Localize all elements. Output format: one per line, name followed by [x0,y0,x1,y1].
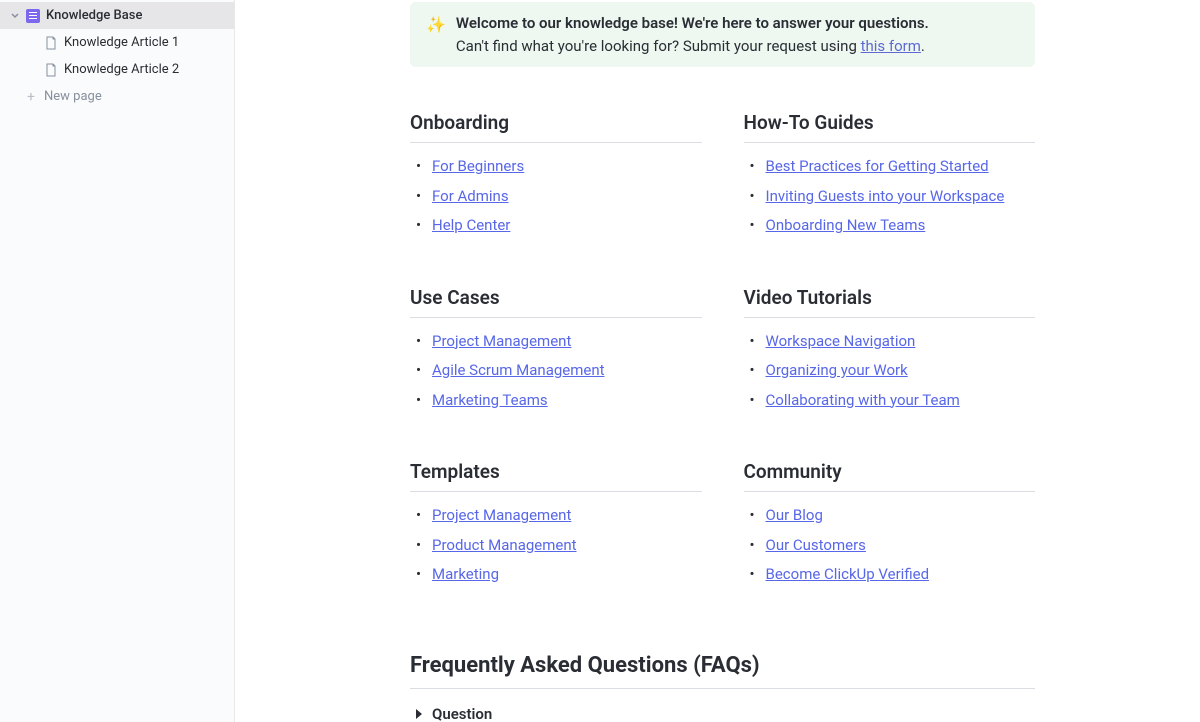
sidebar-item-article-2[interactable]: Knowledge Article 2 [0,56,234,83]
sections-grid: Onboarding For Beginners For Admins Help… [410,111,1035,593]
faq-question: Question [432,705,492,722]
list-item: Onboarding New Teams [744,214,1036,237]
link-agile-scrum[interactable]: Agile Scrum Management [432,361,605,379]
chevron-down-icon[interactable] [10,11,20,21]
callout-line2-part1: Can't find what you're looking for? Subm… [456,37,861,55]
link-collaborating[interactable]: Collaborating with your Team [766,391,960,409]
link-best-practices[interactable]: Best Practices for Getting Started [766,157,989,175]
link-marketing-teams[interactable]: Marketing Teams [432,391,548,409]
sidebar-item-article-1[interactable]: Knowledge Article 1 [0,29,234,56]
list-item: Our Blog [744,504,1036,527]
list-item: Marketing Teams [410,389,702,412]
list-item: Become ClickUp Verified [744,563,1036,586]
list-item: Organizing your Work [744,359,1036,382]
link-tpl-project-management[interactable]: Project Management [432,506,571,524]
callout-line2-part2: . [921,37,925,55]
section-use-cases: Use Cases Project Management Agile Scrum… [410,286,702,419]
section-how-to-guides: How-To Guides Best Practices for Getting… [744,111,1036,244]
sidebar-item-label: Knowledge Base [46,8,142,23]
section-community: Community Our Blog Our Customers Become … [744,460,1036,593]
sidebar-item-knowledge-base[interactable]: Knowledge Base [0,2,234,29]
link-onboarding-teams[interactable]: Onboarding New Teams [766,216,926,234]
list-item: Help Center [410,214,702,237]
list-item: For Beginners [410,155,702,178]
list-item: Collaborating with your Team [744,389,1036,412]
section-title: Onboarding [410,111,702,143]
list-item: Agile Scrum Management [410,359,702,382]
link-list: Project Management Product Management Ma… [410,504,702,586]
list-item: Marketing [410,563,702,586]
link-organizing-work[interactable]: Organizing your Work [766,361,908,379]
list-item: Product Management [410,534,702,557]
section-templates: Templates Project Management Product Man… [410,460,702,593]
link-list: Project Management Agile Scrum Managemen… [410,330,702,412]
list-item: Our Customers [744,534,1036,557]
plus-icon: + [24,90,38,104]
link-project-management[interactable]: Project Management [432,332,571,350]
sidebar-item-label: Knowledge Article 2 [64,62,179,77]
sidebar-item-label: Knowledge Article 1 [64,35,179,50]
link-for-admins[interactable]: For Admins [432,187,509,205]
link-for-beginners[interactable]: For Beginners [432,157,524,175]
list-item: Project Management [410,330,702,353]
link-list: Our Blog Our Customers Become ClickUp Ve… [744,504,1036,586]
welcome-callout: ✨ Welcome to our knowledge base! We're h… [410,2,1035,67]
sidebar-item-label: New page [44,89,102,104]
link-our-customers[interactable]: Our Customers [766,536,866,554]
list-item: Inviting Guests into your Workspace [744,185,1036,208]
list-item: For Admins [410,185,702,208]
document-icon [44,36,58,50]
faq-section: Frequently Asked Questions (FAQs) Questi… [410,653,1035,722]
section-title: Use Cases [410,286,702,318]
link-our-blog[interactable]: Our Blog [766,506,823,524]
link-help-center[interactable]: Help Center [432,216,510,234]
sparkles-icon: ✨ [426,13,446,57]
section-title: Templates [410,460,702,492]
knowledge-base-icon [26,9,40,23]
list-item: Project Management [410,504,702,527]
link-tpl-marketing[interactable]: Marketing [432,565,499,583]
section-onboarding: Onboarding For Beginners For Admins Help… [410,111,702,244]
faq-item[interactable]: Question [410,701,1035,722]
link-list: Workspace Navigation Organizing your Wor… [744,330,1036,412]
callout-bold: Welcome to our knowledge base! We're her… [456,14,929,32]
section-title: Video Tutorials [744,286,1036,318]
list-item: Workspace Navigation [744,330,1036,353]
link-list: Best Practices for Getting Started Invit… [744,155,1036,237]
faq-title: Frequently Asked Questions (FAQs) [410,653,1035,689]
callout-form-link[interactable]: this form [861,37,921,55]
link-tpl-product-management[interactable]: Product Management [432,536,577,554]
chevron-right-icon [416,709,422,719]
link-inviting-guests[interactable]: Inviting Guests into your Workspace [766,187,1005,205]
section-title: Community [744,460,1036,492]
main-content: ✨ Welcome to our knowledge base! We're h… [235,0,1200,722]
link-workspace-navigation[interactable]: Workspace Navigation [766,332,916,350]
document-icon [44,63,58,77]
callout-text: Welcome to our knowledge base! We're her… [456,12,929,57]
link-list: For Beginners For Admins Help Center [410,155,702,237]
sidebar: Knowledge Base Knowledge Article 1 Knowl… [0,0,235,722]
sidebar-new-page[interactable]: + New page [0,83,234,110]
section-title: How-To Guides [744,111,1036,143]
link-clickup-verified[interactable]: Become ClickUp Verified [766,565,930,583]
list-item: Best Practices for Getting Started [744,155,1036,178]
section-video-tutorials: Video Tutorials Workspace Navigation Org… [744,286,1036,419]
